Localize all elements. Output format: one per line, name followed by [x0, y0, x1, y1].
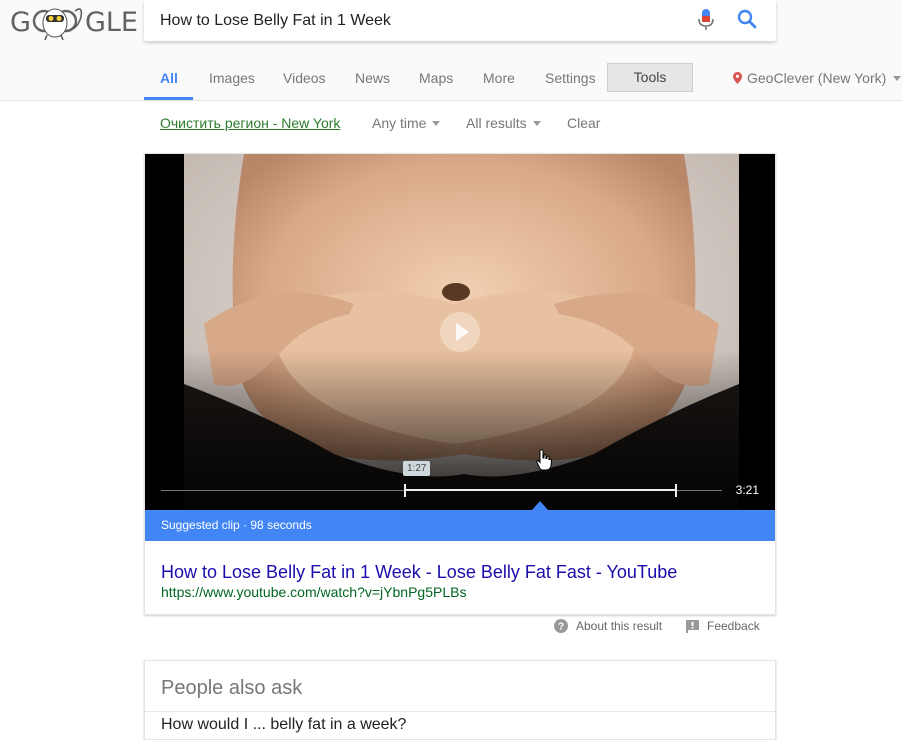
clear-filters-link[interactable]: Clear — [567, 115, 600, 131]
top-bar: G GLE All Images Videos News — [0, 0, 902, 101]
time-tooltip: 1:27 — [403, 461, 431, 476]
feedback-link[interactable]: Feedback — [686, 619, 760, 633]
search-icon[interactable] — [737, 9, 757, 29]
logo-text-right: GLE — [84, 6, 138, 38]
search-tools-filters: Очистить регион - New York Any time All … — [0, 115, 902, 135]
play-icon[interactable] — [440, 312, 480, 352]
clear-region-link[interactable]: Очистить регион - New York — [160, 115, 340, 131]
tab-all[interactable]: All — [160, 70, 178, 86]
hand-cursor-icon — [536, 449, 552, 471]
result-title-separator-2: - — [590, 562, 607, 582]
result-title: How to Lose Belly Fat in 1 Week - Lose B… — [161, 562, 677, 583]
feedback-label: Feedback — [707, 619, 760, 633]
geo-label: GeoClever (New York) — [747, 70, 887, 86]
tab-videos[interactable]: Videos — [283, 70, 326, 86]
tab-more[interactable]: More — [483, 70, 515, 86]
about-this-result-label: About this result — [576, 619, 663, 633]
result-url: https://www.youtube.com/watch?v=jYbnPg5P… — [161, 584, 467, 600]
video-player[interactable]: 1:27 3:21 — [145, 154, 775, 510]
search-box — [144, 0, 776, 41]
logo-mascot-icon — [32, 8, 83, 41]
clip-pointer — [532, 501, 548, 510]
video-duration: 3:21 — [735, 483, 759, 497]
microphone-icon[interactable] — [698, 9, 714, 31]
tab-images[interactable]: Images — [209, 70, 255, 86]
time-filter[interactable]: Any time — [372, 115, 441, 131]
chevron-down-icon — [532, 120, 541, 126]
tab-news[interactable]: News — [355, 70, 390, 86]
featured-video-card: 1:27 3:21 Suggested clip · 98 seconds Ho… — [144, 153, 776, 615]
search-input[interactable] — [160, 0, 680, 41]
search-tabs: All Images Videos News Maps More Setting… — [0, 60, 902, 100]
feedback-flag-icon — [686, 619, 699, 633]
chevron-down-icon — [432, 120, 441, 126]
chevron-down-icon — [893, 75, 902, 81]
people-also-ask-card: People also ask How would I ... belly fa… — [144, 660, 776, 740]
svg-text:?: ? — [558, 622, 564, 633]
result-title-link[interactable]: How to Lose Belly Fat in 1 Week - Lose B… — [161, 562, 677, 582]
suggested-clip-bar: Suggested clip · 98 seconds — [145, 510, 775, 541]
logo[interactable]: G GLE — [10, 4, 138, 41]
active-tab-indicator — [144, 97, 193, 100]
location-pin-icon — [733, 72, 742, 84]
about-this-result-link[interactable]: ? About this result — [554, 619, 662, 633]
geo-location-selector[interactable]: GeoClever (New York) — [733, 70, 902, 86]
result-title-part2: Lose Belly Fat Fast — [436, 562, 591, 582]
results-filter[interactable]: All results — [466, 115, 541, 131]
result-title-separator-1: - — [420, 562, 437, 582]
help-icon: ? — [554, 619, 568, 633]
clip-end-marker[interactable] — [675, 484, 677, 497]
tab-settings[interactable]: Settings — [545, 70, 596, 86]
suggested-clip-segment — [405, 489, 676, 491]
logo-text-left: G — [10, 6, 31, 38]
result-title-part3: YouTube — [606, 562, 678, 582]
people-also-ask-question[interactable]: How would I ... belly fat in a week? — [161, 716, 406, 734]
result-meta-row: ? About this result Feedback — [0, 619, 902, 637]
result-title-part1: How to Lose Belly Fat in 1 Week — [161, 562, 421, 582]
time-filter-label: Any time — [372, 115, 427, 131]
tools-button[interactable]: Tools — [607, 63, 693, 92]
tab-maps[interactable]: Maps — [419, 70, 453, 86]
results-filter-label: All results — [466, 115, 527, 131]
people-also-ask-title: People also ask — [161, 677, 303, 699]
clip-start-marker[interactable] — [404, 484, 406, 497]
divider — [145, 711, 775, 712]
